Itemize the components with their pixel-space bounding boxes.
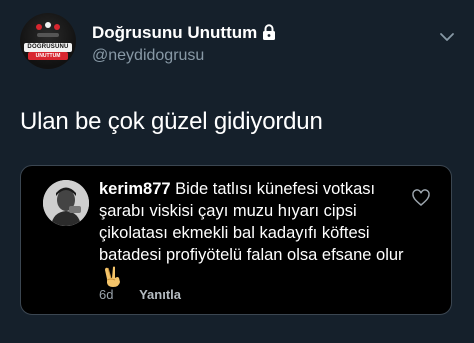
reply-meta: 6d Yanıtla — [99, 287, 181, 302]
tweet-card: DOĞRUSUNU UNUTTUM Doğrusunu Unuttum @ney… — [0, 0, 474, 343]
avatar-decoration-icon — [36, 22, 60, 37]
author-handle[interactable]: @neydidogrusu — [92, 46, 204, 66]
tweet-text: Ulan be çok güzel gidiyordun — [20, 108, 323, 135]
reply-username[interactable]: kerim877 — [99, 180, 171, 198]
reply-avatar[interactable] — [43, 180, 89, 226]
like-button[interactable] — [411, 188, 431, 208]
person-avatar-icon — [43, 180, 89, 226]
avatar-logo-top: DOĞRUSUNU — [24, 43, 72, 52]
display-name[interactable]: Doğrusunu Unuttum — [92, 22, 276, 44]
more-options-button[interactable] — [436, 26, 458, 48]
chevron-down-icon — [440, 33, 454, 41]
lock-icon — [263, 24, 276, 40]
display-name-text: Doğrusunu Unuttum — [92, 23, 258, 42]
reply-time: 6d — [99, 287, 114, 302]
author-avatar[interactable]: DOĞRUSUNU UNUTTUM — [20, 13, 76, 69]
avatar-logo-bottom: UNUTTUM — [28, 52, 68, 60]
quoted-reply-screenshot[interactable]: kerim877 Bide tatlısı künefesi votkası ş… — [20, 165, 452, 315]
victory-hand-icon — [105, 266, 120, 287]
reply-button[interactable]: Yanıtla — [139, 287, 181, 302]
reply-body: kerim877 Bide tatlısı künefesi votkası ş… — [99, 178, 405, 291]
heart-icon — [412, 189, 430, 206]
